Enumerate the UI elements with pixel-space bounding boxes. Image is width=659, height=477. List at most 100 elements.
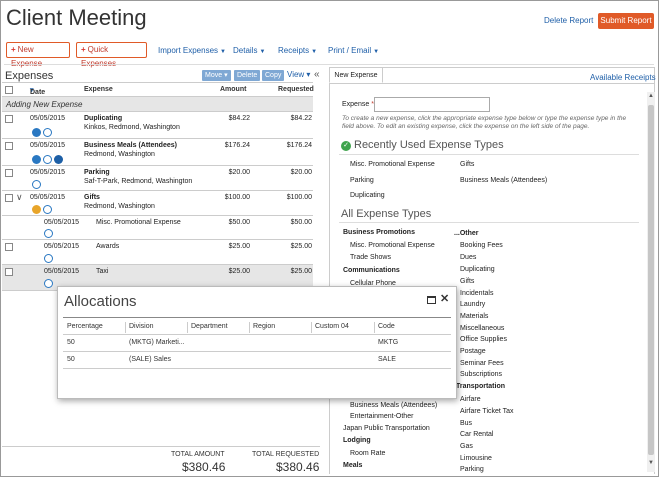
expense-requested: $25.00	[290, 243, 312, 250]
expense-type-item[interactable]: Office Supplies	[460, 336, 507, 343]
new-expense-button[interactable]: +New Expense	[6, 42, 70, 68]
column-separator	[125, 322, 126, 333]
recent-type-item[interactable]: Business Meals (Attendees)	[460, 177, 547, 184]
expense-amount: $25.00	[228, 268, 250, 275]
division-column-header[interactable]: Division	[129, 323, 154, 330]
row-checkbox[interactable]	[5, 243, 13, 251]
copy-button[interactable]: Copy	[262, 70, 285, 81]
submit-report-button[interactable]: Submit Report	[598, 13, 654, 29]
code-column-header[interactable]: Code	[378, 323, 395, 330]
expense-type-item[interactable]: Materials	[460, 313, 488, 320]
scrollbar-thumb[interactable]	[648, 105, 654, 455]
allocation-percentage: 50	[67, 339, 75, 346]
expand-chevron-icon[interactable]: ∨	[16, 192, 23, 203]
move-label: Move	[205, 72, 223, 79]
caret-down-icon: ▼	[311, 49, 318, 55]
row-checkbox[interactable]	[5, 142, 13, 150]
expense-grid-header: Date ▾ Expense Amount Requested	[2, 82, 314, 97]
expense-type: Parking	[84, 169, 110, 176]
delete-button[interactable]: Delete	[234, 70, 261, 81]
expense-type-item[interactable]: Duplicating	[460, 266, 495, 273]
percentage-column-header[interactable]: Percentage	[67, 323, 103, 330]
expense-type-item[interactable]: Room Rate	[350, 450, 385, 457]
import-expenses-menu[interactable]: Import Expenses ▼	[158, 46, 226, 55]
view-menu[interactable]: View ▾	[287, 70, 310, 79]
tab-new-expense[interactable]: New Expense	[329, 67, 383, 83]
expense-type-item[interactable]: Dues	[460, 254, 476, 261]
row-checkbox[interactable]	[5, 268, 13, 276]
details-menu[interactable]: Details ▼	[233, 46, 265, 55]
recent-type-item[interactable]: Gifts	[460, 161, 474, 168]
expense-row[interactable]: 05/05/2015 Misc. Promotional Expense $50…	[2, 216, 313, 240]
close-icon[interactable]: ✕	[440, 292, 449, 305]
expense-vendor: Redmond, Washington	[84, 203, 155, 210]
expense-type-item[interactable]: Japan Public Transportation	[343, 425, 430, 432]
expense-type-item[interactable]: Misc. Promotional Expense	[350, 242, 435, 249]
print-email-menu[interactable]: Print / Email ▼	[328, 46, 379, 55]
expense-type-item[interactable]: Airfare	[460, 396, 481, 403]
expense-type-item[interactable]: Gas	[460, 443, 473, 450]
expense-type-item[interactable]: Parking	[460, 466, 484, 473]
date-column-header[interactable]: Date ▾	[30, 86, 45, 96]
expense-type-item[interactable]: Postage	[460, 348, 486, 355]
view-label: View	[287, 70, 305, 79]
scroll-down-arrow-icon[interactable]: ▼	[648, 460, 654, 466]
maximize-icon[interactable]	[427, 296, 436, 304]
expense-type-item[interactable]: Subscriptions	[460, 371, 502, 378]
attendees-icon	[54, 155, 63, 164]
expense-type-item[interactable]: Car Rental	[460, 431, 493, 438]
row-checkbox[interactable]	[5, 194, 13, 202]
expense-type: Misc. Promotional Expense	[96, 219, 181, 226]
expense-row[interactable]: 05/05/2015 Duplicating Kinkos, Redmond, …	[2, 112, 313, 139]
expense-type-item[interactable]: Incidentals	[460, 290, 493, 297]
expense-date: 05/05/2015	[30, 169, 66, 176]
category-heading: Communications	[343, 267, 400, 274]
recently-used-heading: ✓ Recently Used Expense Types	[341, 139, 504, 151]
allocation-globe-icon	[44, 254, 53, 263]
expense-type-item[interactable]: Miscellaneous	[460, 325, 504, 332]
row-checkbox[interactable]	[5, 115, 13, 123]
expense-type-item[interactable]: Gifts	[460, 278, 474, 285]
allocation-globe-icon	[43, 205, 52, 214]
recent-type-item[interactable]: Parking	[350, 177, 374, 184]
move-button[interactable]: Move ▾	[202, 70, 231, 81]
available-receipts-link[interactable]: Available Receipts	[590, 73, 656, 82]
expense-row[interactable]: 05/05/2015 Business Meals (Attendees) Re…	[2, 139, 313, 166]
collapse-pane-icon[interactable]: «	[314, 69, 320, 80]
quick-expenses-button[interactable]: +Quick Expenses	[76, 42, 147, 68]
allocation-globe-icon[interactable]	[44, 279, 53, 288]
expense-type-input[interactable]	[374, 97, 490, 112]
expense-type-item[interactable]: Business Meals (Attendees)	[350, 402, 437, 409]
expense-type-item[interactable]: Laundry	[460, 301, 485, 308]
expense-row[interactable]: ∨ 05/05/2015 Gifts Redmond, Washington $…	[2, 191, 313, 216]
column-separator	[187, 322, 188, 333]
amount-column-header[interactable]: Amount	[220, 86, 246, 93]
expense-type-item[interactable]: Booking Fees	[460, 242, 503, 249]
expense-type-item[interactable]: Trade Shows	[350, 254, 391, 261]
expense-type-item[interactable]: Seminar Fees	[460, 360, 504, 367]
scroll-up-arrow-icon[interactable]: ▲	[648, 93, 654, 99]
expense-type-item[interactable]: Airfare Ticket Tax	[460, 408, 514, 415]
expense-type-item[interactable]: Entertainment-Other	[350, 413, 413, 420]
category-heading: Transportation	[456, 383, 506, 390]
expense-column-header[interactable]: Expense	[84, 86, 113, 93]
expense-row[interactable]: 05/05/2015 Parking Saf-T-Park, Redmond, …	[2, 166, 313, 191]
select-all-checkbox[interactable]	[5, 86, 13, 94]
row-checkbox[interactable]	[5, 169, 13, 177]
recent-type-item[interactable]: Duplicating	[350, 192, 385, 199]
requested-column-header[interactable]: Requested	[278, 86, 314, 93]
expense-type-item[interactable]: Limousine	[460, 455, 492, 462]
allocation-globe-icon	[43, 128, 52, 137]
delete-report-link[interactable]: Delete Report	[544, 16, 593, 25]
expense-type-item[interactable]: Bus	[460, 420, 472, 427]
recent-type-item[interactable]: Misc. Promotional Expense	[350, 161, 435, 168]
department-column-header[interactable]: Department	[191, 323, 228, 330]
date-column-label: Date	[30, 89, 46, 96]
expense-row[interactable]: 05/05/2015 Awards $25.00 $25.00	[2, 240, 313, 265]
plus-icon: +	[81, 45, 86, 54]
region-column-header[interactable]: Region	[253, 323, 275, 330]
custom04-column-header[interactable]: Custom 04	[315, 323, 349, 330]
expense-requested: $20.00	[290, 169, 312, 176]
expense-date: 05/05/2015	[44, 219, 80, 226]
receipts-menu[interactable]: Receipts ▼	[278, 46, 317, 55]
